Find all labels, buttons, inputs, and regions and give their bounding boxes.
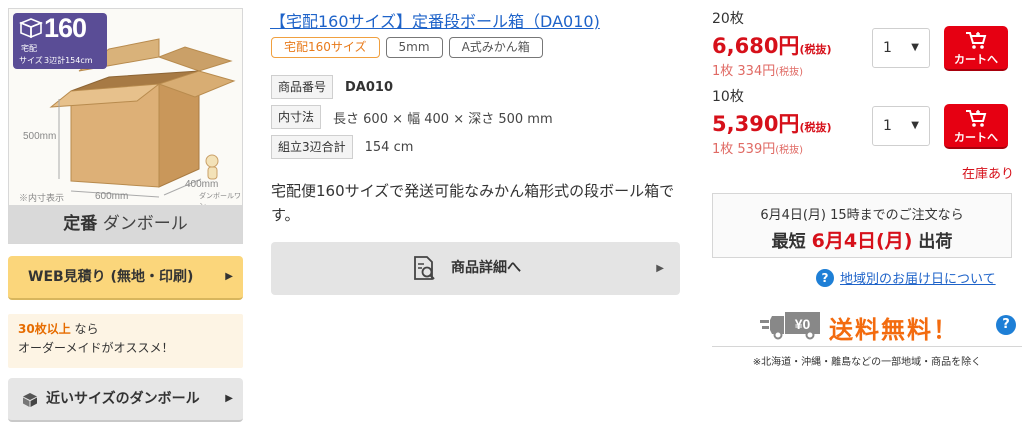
doc-search-icon: [414, 256, 435, 280]
price-option-10: 10枚 5,390円(税抜) 1枚 539円(税抜) 1 ▼ カートへ: [712, 86, 1012, 157]
tag-thickness: 5mm: [385, 37, 443, 58]
web-quote-label: WEB見積り (無地・印刷): [28, 269, 194, 285]
caption-rest: ダンボール: [97, 214, 188, 234]
order-made-promo: 30枚以上 なら オーダーメイドがオススメ！: [8, 314, 243, 368]
add-to-cart-button[interactable]: カートへ: [944, 104, 1008, 149]
add-to-cart-button[interactable]: カートへ: [944, 26, 1008, 71]
cart-label: カートへ: [954, 53, 998, 66]
free-shipping-title: 送料無料！: [829, 316, 959, 344]
dim-depth: 400mm: [185, 179, 219, 190]
chevron-right-icon: ▶: [225, 393, 233, 404]
region-link-text: 地域別のお届け日について: [840, 272, 996, 287]
spec-label: 内寸法: [271, 105, 322, 129]
question-icon[interactable]: ?: [996, 315, 1016, 335]
caption-strong: 定番: [63, 214, 98, 234]
detail-button-label: 商品詳細へ: [451, 260, 521, 276]
product-detail-button[interactable]: 商品詳細へ ▶: [271, 242, 680, 295]
nearby-size-button[interactable]: 近いサイズのダンボール ▶: [8, 378, 243, 422]
product-image: 160 宅配 サイズ 3辺計154cm 500mm 600mm 400mm ※内…: [8, 8, 243, 244]
spec-row-inner-dimensions: 内寸法 長さ 600 × 幅 400 × 深さ 500 mm: [271, 105, 553, 129]
spec-value: 長さ 600 × 幅 400 × 深さ 500 mm: [333, 111, 553, 127]
tag-type: A式みかん箱: [448, 37, 543, 58]
region-delivery-link[interactable]: ? 地域別のお届け日について: [816, 268, 996, 287]
badge-line3: 3辺計154cm: [44, 56, 93, 65]
chevron-right-icon: ▶: [656, 263, 664, 274]
spec-value: DA010: [345, 79, 394, 95]
stock-status: 在庫あり: [962, 167, 1015, 182]
badge-line1: 宅配: [21, 44, 37, 53]
size-number: 160: [44, 13, 87, 43]
qty-label: 10枚: [712, 89, 744, 105]
delivery-line1: 6月4日(月) 15時までのご注文なら: [760, 208, 964, 223]
truck-badge-text: ¥0: [795, 316, 811, 332]
badge-line2: サイズ: [19, 56, 43, 65]
delivery-estimate: 6月4日(月) 15時までのご注文なら 最短 6月4日(月) 出荷: [712, 193, 1012, 258]
promo-highlight: 30枚以上: [18, 322, 71, 336]
spec-value: 154 cm: [364, 139, 414, 155]
tag-size: 宅配160サイズ: [271, 37, 380, 58]
promo-line2: オーダーメイドがオススメ！: [18, 341, 174, 355]
product-description: 宅配便160サイズで発送可能なみかん箱形式の段ボール箱です。: [271, 182, 675, 224]
cart-label: カートへ: [954, 131, 998, 144]
web-quote-button[interactable]: WEB見積り (無地・印刷) ▶: [8, 256, 243, 300]
price-option-20: 20枚 6,680円(税抜) 1枚 334円(税抜) 1 ▼ カートへ: [712, 8, 1012, 79]
truck-icon: ¥0: [760, 312, 820, 340]
delivery-line2: 最短 6月4日(月) 出荷: [771, 230, 953, 252]
promo-after: なら: [70, 322, 99, 336]
caret-down-icon: ▼: [911, 42, 919, 53]
spec-row-product-code: 商品番号 DA010: [271, 75, 393, 99]
free-shipping-note: ※北海道・沖縄・離島などの一部地域・商品を除く: [752, 357, 982, 368]
size-badge: 160 宅配 サイズ 3辺計154cm: [13, 13, 107, 69]
spec-row-3side-total: 組立3辺合計 154 cm: [271, 135, 413, 159]
product-tags: 宅配160サイズ 5mm A式みかん箱: [271, 37, 543, 58]
divider: [712, 346, 1022, 347]
cube-icon: [23, 393, 37, 407]
dim-height: 500mm: [23, 131, 57, 142]
quantity-select[interactable]: 1 ▼: [872, 106, 930, 146]
spec-label: 組立3辺合計: [271, 135, 353, 159]
inner-note: ※内寸表示: [19, 193, 65, 203]
quantity-select[interactable]: 1 ▼: [872, 28, 930, 68]
chevron-right-icon: ▶: [225, 271, 233, 282]
question-icon: ?: [816, 268, 834, 287]
cart-icon: [966, 32, 987, 49]
free-shipping-banner: ¥0 送料無料！ ? ※北海道・沖縄・離島などの一部地域・商品を除く: [712, 306, 1022, 386]
nearby-label: 近いサイズのダンボール: [46, 391, 200, 407]
image-caption: 定番 ダンボール: [9, 205, 242, 243]
caret-down-icon: ▼: [911, 120, 919, 131]
cart-icon: [966, 110, 987, 127]
dim-width: 600mm: [95, 191, 129, 202]
spec-label: 商品番号: [271, 75, 334, 99]
box-icon: [19, 18, 43, 39]
product-title-link[interactable]: 【宅配160サイズ】定番段ボール箱（DA010): [270, 8, 600, 32]
qty-label: 20枚: [712, 11, 744, 27]
